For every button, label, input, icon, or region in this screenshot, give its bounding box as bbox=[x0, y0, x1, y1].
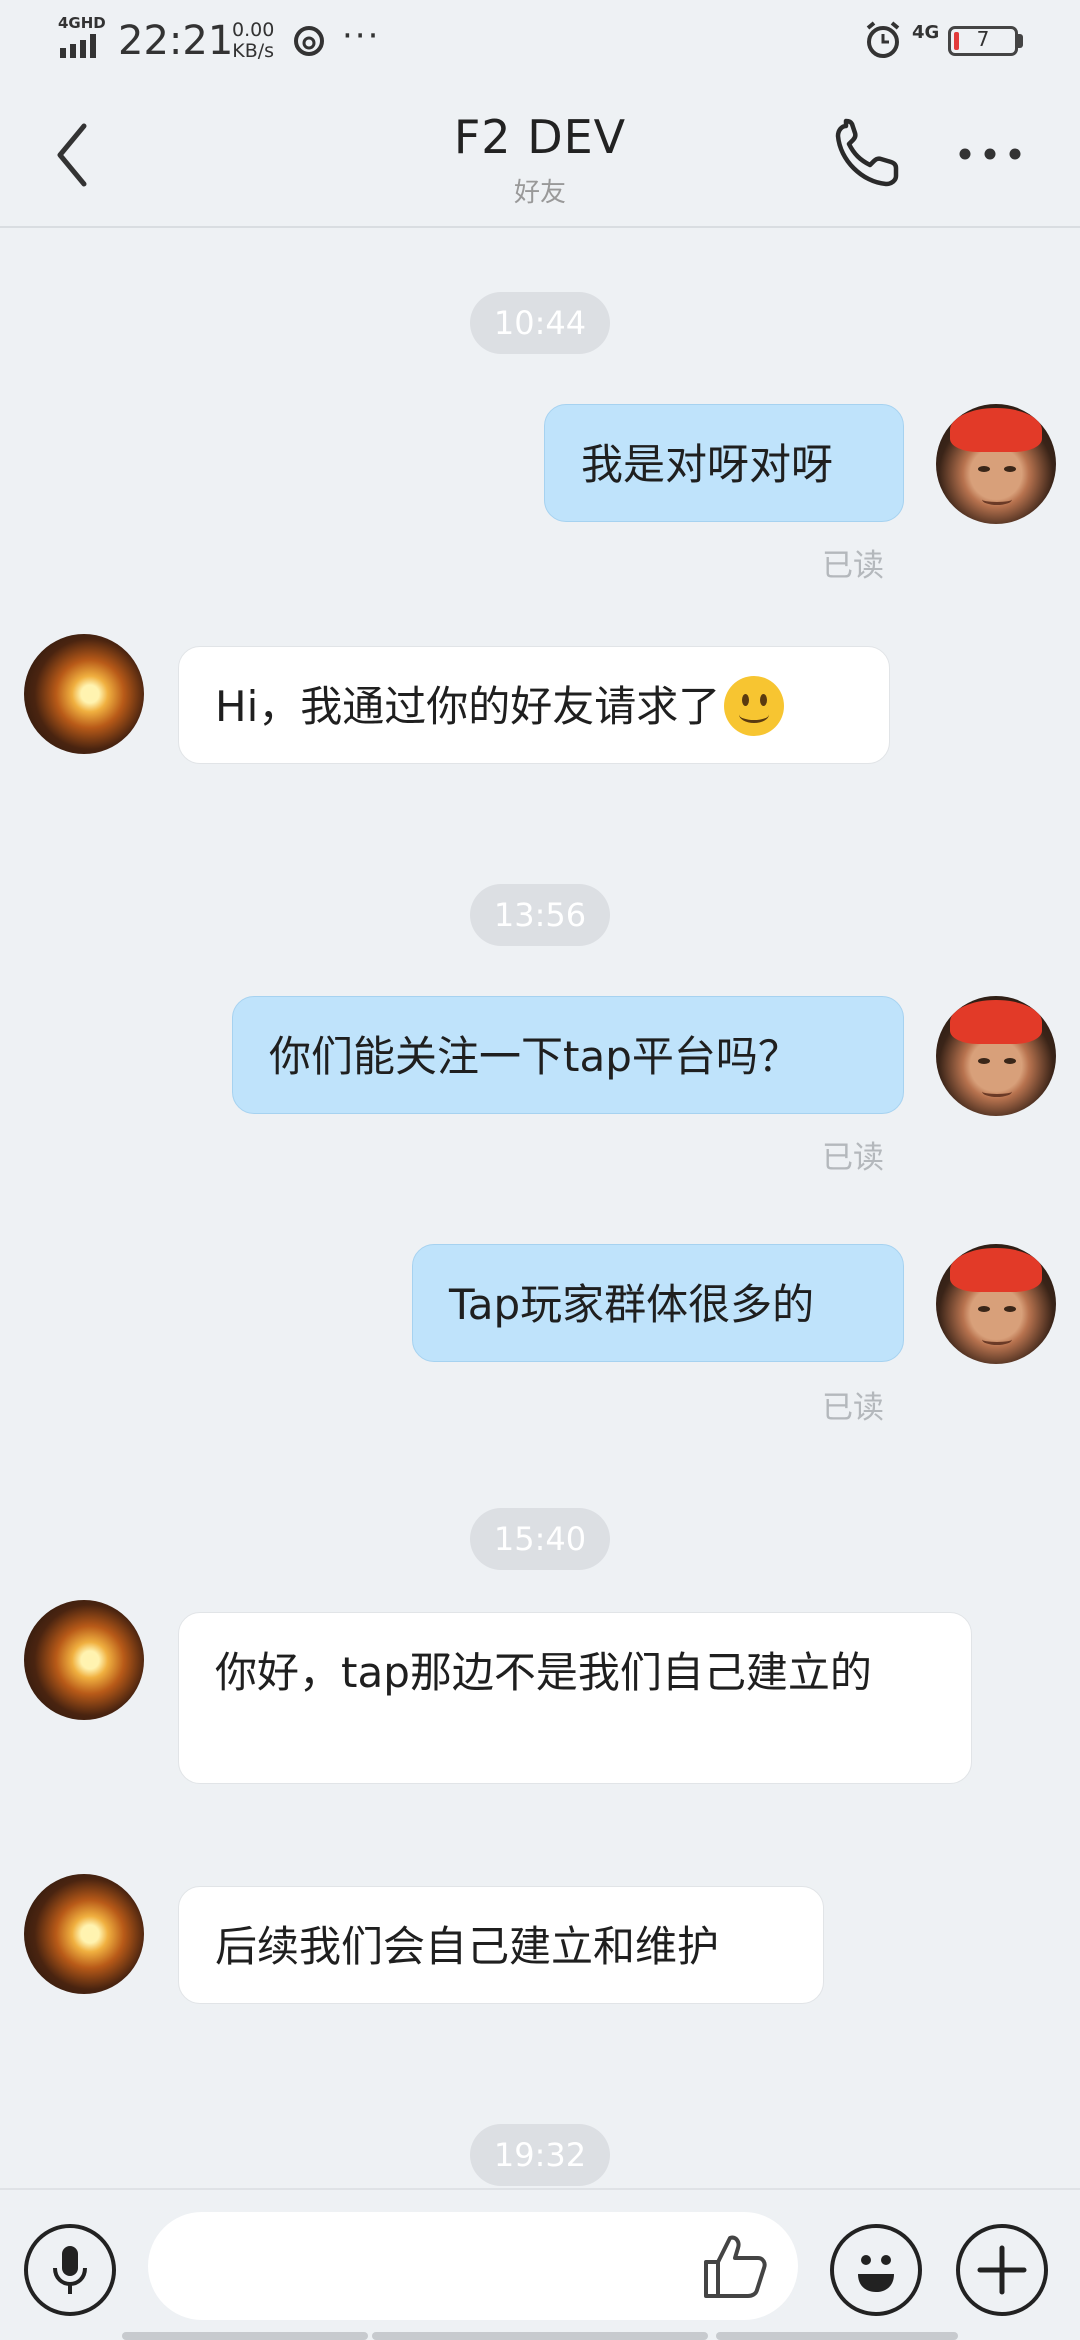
timestamp: 19:32 bbox=[470, 2124, 610, 2186]
clock: 22:21 bbox=[118, 18, 234, 64]
avatar-contact[interactable] bbox=[24, 1600, 144, 1720]
timestamp: 10:44 bbox=[470, 292, 610, 354]
microphone-icon bbox=[53, 2246, 87, 2294]
message-sent[interactable]: Tap玩家群体很多的 bbox=[412, 1244, 904, 1362]
voice-button[interactable] bbox=[24, 2224, 116, 2316]
plus-button[interactable] bbox=[956, 2224, 1048, 2316]
read-receipt: 已读 bbox=[822, 548, 884, 584]
music-app-icon bbox=[294, 26, 324, 56]
plus-icon bbox=[977, 2245, 1027, 2295]
avatar-contact[interactable] bbox=[24, 1874, 144, 1994]
phone-icon[interactable] bbox=[832, 118, 904, 190]
message-received[interactable]: 你好，tap那边不是我们自己建立的 bbox=[178, 1612, 972, 1784]
avatar-contact[interactable] bbox=[24, 634, 144, 754]
battery-nub bbox=[1018, 34, 1023, 48]
read-receipt: 已读 bbox=[822, 1390, 884, 1426]
avatar-self[interactable] bbox=[936, 404, 1056, 524]
message-received[interactable]: 后续我们会自己建立和维护 bbox=[178, 1886, 824, 2004]
speed-unit: KB/s bbox=[232, 40, 275, 62]
message-sent[interactable]: 你们能关注一下tap平台吗？ bbox=[232, 996, 904, 1114]
battery-percent: 7 bbox=[976, 27, 990, 51]
timestamp: 13:56 bbox=[470, 884, 610, 946]
emoji-icon bbox=[858, 2255, 894, 2292]
network-type: 4GHD bbox=[58, 14, 106, 32]
more-icon[interactable] bbox=[955, 140, 1025, 168]
message-received[interactable]: Hi，我通过你的好友请求了 bbox=[178, 646, 890, 764]
chat-title: F2 DEV bbox=[453, 110, 627, 164]
nav-indicator bbox=[716, 2332, 958, 2340]
alarm-icon bbox=[866, 21, 900, 58]
chat-subtitle: 好友 bbox=[513, 178, 566, 208]
avatar-self[interactable] bbox=[936, 1244, 1056, 1364]
read-receipt: 已读 bbox=[822, 1140, 884, 1176]
signal-icon bbox=[60, 34, 96, 58]
status-bar: 4GHD 22:21 0.00 KB/s ··· 4G 7 bbox=[0, 0, 1080, 80]
battery-icon: 7 bbox=[948, 26, 1018, 56]
status-more-icon: ··· bbox=[342, 16, 381, 56]
message-text: Hi，我通过你的好友请求了 bbox=[215, 682, 721, 731]
chat-header: F2 DEV 好友 bbox=[0, 80, 1080, 228]
smile-emoji bbox=[724, 675, 785, 736]
input-bar bbox=[0, 2188, 1080, 2340]
nav-indicator bbox=[372, 2332, 708, 2340]
timestamp: 15:40 bbox=[470, 1508, 610, 1570]
network-type-right: 4G bbox=[912, 22, 940, 43]
message-sent[interactable]: 我是对呀对呀 bbox=[544, 404, 904, 522]
thumbs-up-icon[interactable] bbox=[700, 2232, 770, 2302]
message-input[interactable] bbox=[148, 2212, 798, 2320]
emoji-button[interactable] bbox=[830, 2224, 922, 2316]
network-speed: 0.00 KB/s bbox=[232, 20, 274, 62]
avatar-self[interactable] bbox=[936, 996, 1056, 1116]
nav-indicator bbox=[122, 2332, 368, 2340]
speed-value: 0.00 bbox=[232, 19, 275, 41]
